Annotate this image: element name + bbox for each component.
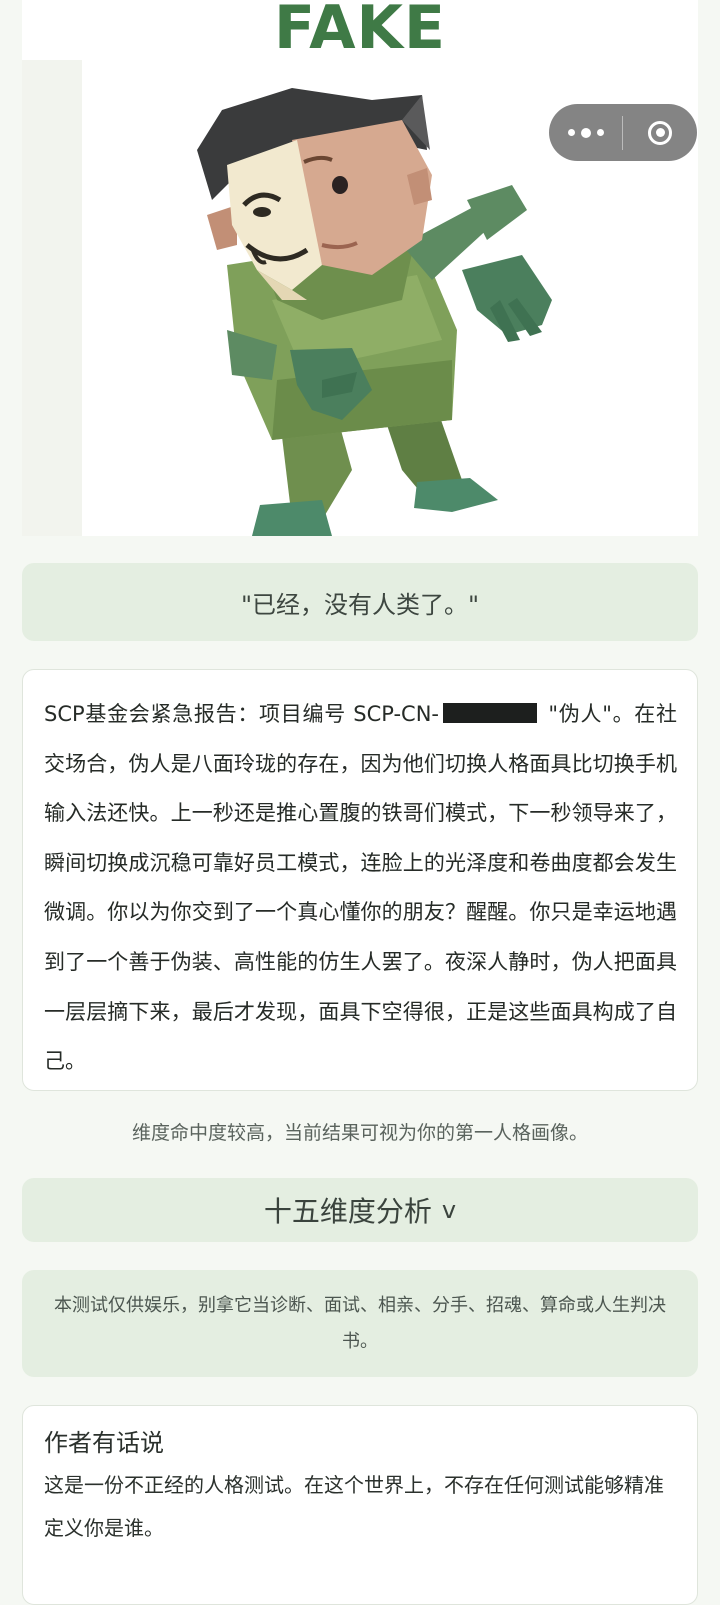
redacted-block — [443, 703, 538, 723]
result-illustration: FAKE — [22, 0, 698, 536]
target-close-icon[interactable] — [623, 104, 697, 161]
disclaimer-box: 本测试仅供娱乐，别拿它当诊断、面试、相亲、分手、招魂、算命或人生判决书。 — [22, 1270, 698, 1377]
author-note-text: 这是一份不正经的人格测试。在这个世界上，不存在任何测试能够精准定义你是谁。 — [44, 1473, 664, 1540]
dimension-note: 维度命中度较高，当前结果可视为你的第一人格画像。 — [131, 1122, 588, 1144]
author-note-title: 作者有话说 — [44, 1429, 164, 1457]
analysis-label: 十五维度分析 — [263, 1195, 432, 1228]
result-page: FAKE "已经，没有人类了。" SCP基金会紧急报告：项目编号 SCP-CN-… — [0, 0, 720, 1605]
chevron-down-icon: v — [441, 1196, 457, 1224]
report-card: SCP基金会紧急报告：项目编号 SCP-CN- "伪人"。在社交场合，伪人是八面… — [22, 669, 698, 1091]
report-prefix: SCP基金会紧急报告：项目编号 SCP-CN- — [44, 702, 440, 726]
miniprogram-capsule — [549, 104, 697, 161]
dimension-analysis-toggle[interactable]: 十五维度分析 v — [22, 1178, 698, 1242]
report-suffix: "伪人"。 — [541, 702, 635, 726]
report-body: 在社交场合，伪人是八面玲珑的存在，因为他们切换人格面具比切换手机输入法还快。上一… — [44, 702, 677, 1074]
fake-banner-text: FAKE — [273, 0, 447, 63]
author-note-card: 作者有话说 这是一份不正经的人格测试。在这个世界上，不存在任何测试能够精准定义你… — [22, 1405, 698, 1605]
more-dots-icon[interactable] — [549, 104, 622, 161]
masked-figure-image — [22, 60, 552, 536]
report-text: SCP基金会紧急报告：项目编号 SCP-CN- "伪人"。在社交场合，伪人是八面… — [44, 690, 677, 1087]
result-quote: "已经，没有人类了。" — [22, 563, 698, 641]
